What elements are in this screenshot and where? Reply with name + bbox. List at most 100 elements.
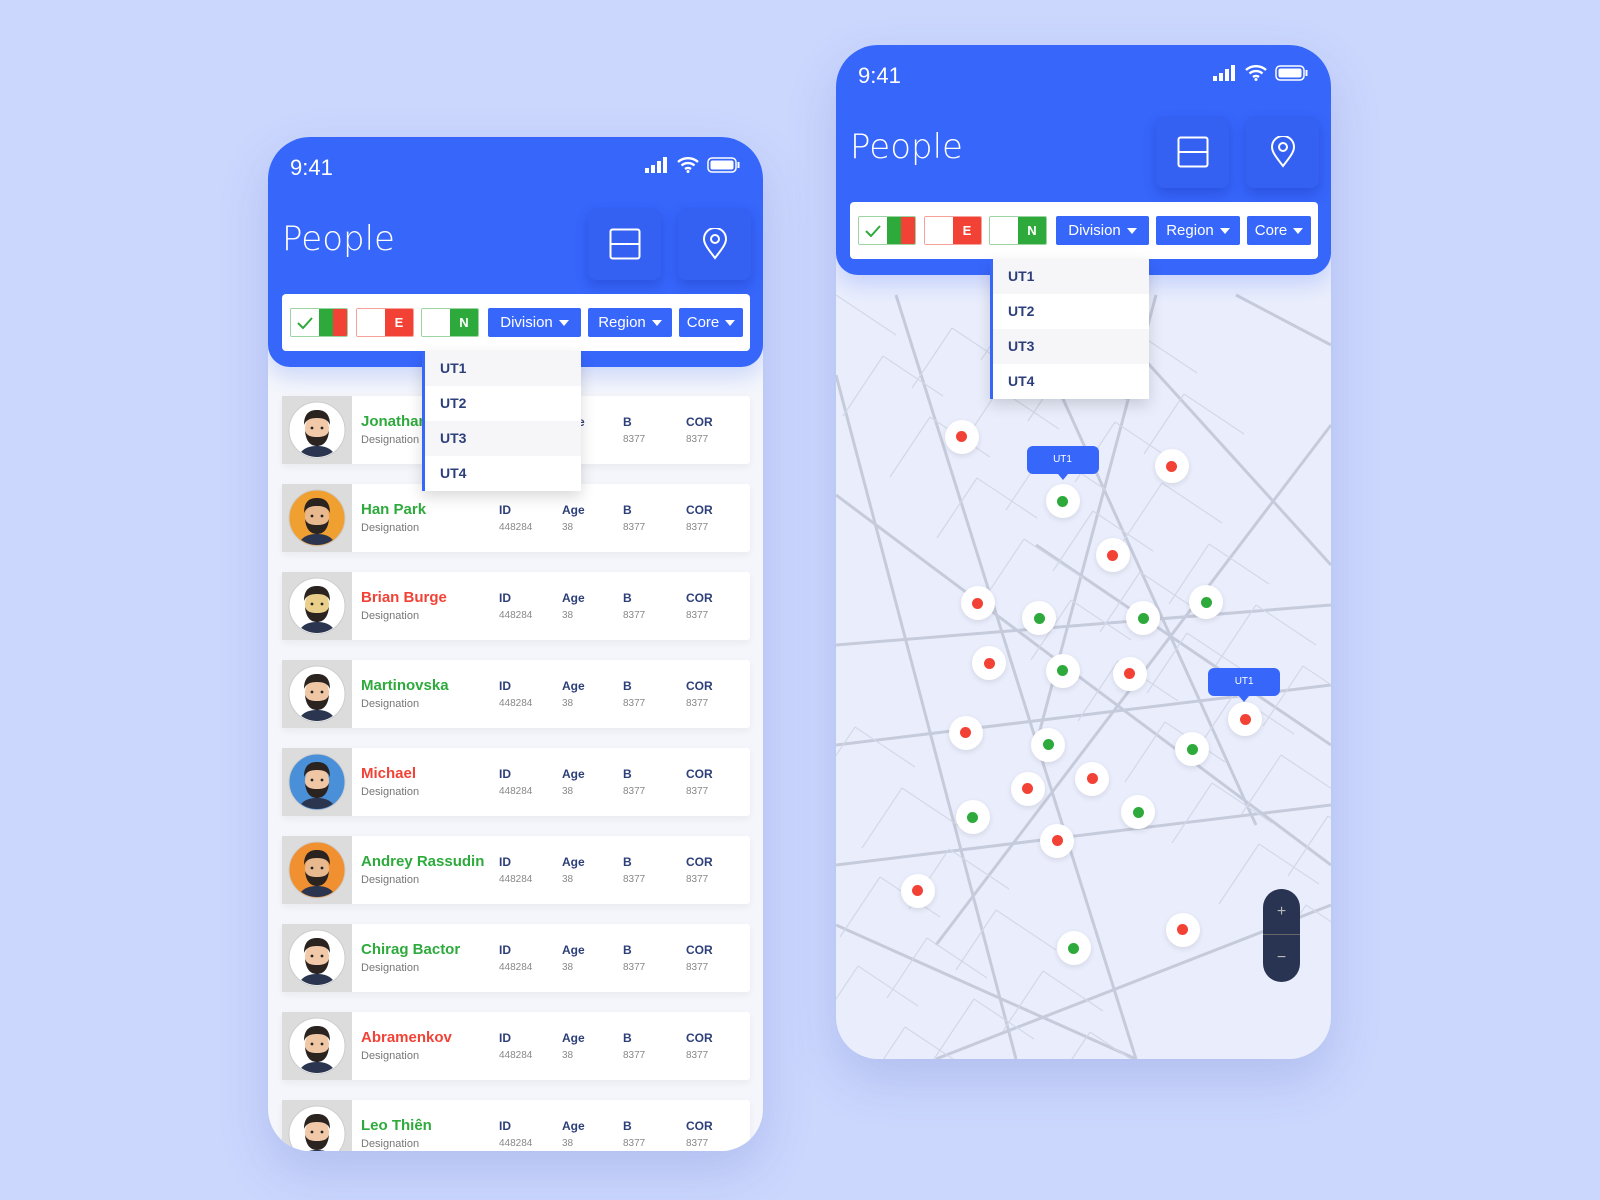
list-view-button[interactable] bbox=[1156, 116, 1229, 188]
caret-down-icon bbox=[1293, 227, 1304, 234]
menu-item-ut3[interactable]: UT3 bbox=[425, 421, 581, 456]
map-marker-red[interactable] bbox=[1010, 771, 1045, 806]
map-pin-icon bbox=[702, 228, 727, 260]
filter-bar: E N Division Region Core bbox=[850, 202, 1318, 259]
caret-down-icon bbox=[725, 319, 736, 326]
people-list-screen: 9:41 People E N Division Region Core UT1… bbox=[268, 137, 763, 1151]
person-name: Martinovska bbox=[361, 677, 449, 694]
map-marker-green[interactable] bbox=[1056, 931, 1091, 966]
zoom-out-button[interactable]: − bbox=[1263, 935, 1300, 981]
map-marker-red[interactable] bbox=[1095, 538, 1130, 573]
header: 9:41 People E N Division Region Core bbox=[268, 137, 763, 367]
e-status-toggle[interactable]: E bbox=[924, 216, 982, 245]
division-menu: UT1 UT2 UT3 UT4 bbox=[990, 259, 1149, 399]
avatar bbox=[288, 1017, 346, 1075]
check-icon bbox=[297, 316, 313, 329]
menu-item-ut2[interactable]: UT2 bbox=[425, 386, 581, 421]
person-designation: Designation bbox=[361, 786, 420, 798]
page-title: People bbox=[850, 127, 963, 167]
check-icon bbox=[865, 224, 881, 237]
signal-icon bbox=[645, 157, 667, 173]
zoom-in-button[interactable]: + bbox=[1263, 889, 1300, 935]
header: 9:41 People E N Division Region Core bbox=[836, 45, 1331, 275]
menu-item-ut4[interactable]: UT4 bbox=[425, 456, 581, 491]
battery-icon bbox=[1275, 65, 1308, 81]
division-dropdown[interactable]: Division bbox=[1056, 216, 1149, 245]
field-id: ID448284 bbox=[499, 767, 533, 797]
n-status-toggle[interactable]: N bbox=[989, 216, 1047, 245]
field-id: ID448284 bbox=[499, 1031, 533, 1061]
person-card[interactable]: Martinovska Designation ID 448284 Age 38 B 83… bbox=[282, 660, 750, 728]
map-marker-red[interactable] bbox=[1154, 449, 1189, 484]
menu-item-ut3[interactable]: UT3 bbox=[993, 329, 1149, 364]
field-b: B 8377 bbox=[623, 767, 646, 797]
map-marker-red[interactable] bbox=[948, 715, 983, 750]
map-marker-red[interactable] bbox=[1165, 912, 1200, 947]
field-age: Age38 bbox=[562, 1119, 585, 1149]
field-b: B 8377 bbox=[623, 503, 646, 533]
person-name: Chirag Bactor bbox=[361, 941, 461, 958]
core-dropdown[interactable]: Core bbox=[1247, 216, 1311, 245]
person-name: Leo Thiên bbox=[361, 1117, 432, 1134]
e-status-toggle[interactable]: E bbox=[356, 308, 414, 337]
person-card[interactable]: Michael Designation ID 448284 Age 38 B 8377 CO… bbox=[282, 748, 750, 816]
map-marker-red[interactable] bbox=[900, 873, 935, 908]
map-marker-red[interactable] bbox=[960, 586, 995, 621]
person-name: Jonathan bbox=[361, 413, 428, 430]
region-dropdown[interactable]: Region bbox=[1156, 216, 1240, 245]
field-id: ID448284 bbox=[499, 503, 533, 533]
menu-item-ut2[interactable]: UT2 bbox=[993, 294, 1149, 329]
caret-down-icon bbox=[558, 319, 569, 326]
division-dropdown[interactable]: Division bbox=[488, 308, 581, 337]
avatar bbox=[288, 489, 346, 547]
field-id: ID448284 bbox=[499, 855, 533, 885]
avatar bbox=[288, 665, 346, 723]
all-status-toggle[interactable] bbox=[858, 216, 916, 245]
field-cor: COR 8377 bbox=[686, 503, 713, 533]
person-card[interactable]: Leo Thiên Designation ID 448284 Age 38 B 8377… bbox=[282, 1100, 750, 1151]
avatar bbox=[288, 753, 346, 811]
menu-item-ut4[interactable]: UT4 bbox=[993, 364, 1149, 399]
field-age: Age38 bbox=[562, 503, 585, 533]
map-marker-red[interactable] bbox=[1075, 761, 1110, 796]
map-marker-green[interactable] bbox=[1045, 484, 1080, 519]
map-view-button[interactable] bbox=[1246, 116, 1319, 188]
division-menu: UT1 UT2 UT3 UT4 bbox=[422, 351, 581, 491]
map-view-button[interactable] bbox=[678, 208, 751, 280]
map-marker-green[interactable] bbox=[1175, 732, 1210, 767]
field-age: Age38 bbox=[562, 591, 585, 621]
person-name: Han Park bbox=[361, 501, 427, 518]
region-dropdown[interactable]: Region bbox=[588, 308, 672, 337]
core-dropdown[interactable]: Core bbox=[679, 308, 743, 337]
person-card[interactable]: Abramenkov Designation ID 448284 Age 38 B 837… bbox=[282, 1012, 750, 1080]
map-marker-green[interactable] bbox=[955, 800, 990, 835]
field-cor: COR 8377 bbox=[686, 767, 713, 797]
battery-icon bbox=[707, 157, 740, 173]
caret-down-icon bbox=[1126, 227, 1137, 234]
field-age: Age38 bbox=[562, 679, 585, 709]
person-card[interactable]: Andrey Rassudin Designation ID 448284 Age 3… bbox=[282, 836, 750, 904]
n-status-toggle[interactable]: N bbox=[421, 308, 479, 337]
person-designation: Designation bbox=[361, 698, 420, 710]
status-icons bbox=[1213, 65, 1309, 81]
all-status-toggle[interactable] bbox=[290, 308, 348, 337]
person-card[interactable]: Han Park Designation ID 448284 Age 38 B 8377 C… bbox=[282, 484, 750, 552]
status-time: 9:41 bbox=[290, 155, 333, 180]
person-name: Abramenkov bbox=[361, 1029, 452, 1046]
map-marker-red[interactable] bbox=[1112, 656, 1147, 691]
menu-item-ut1[interactable]: UT1 bbox=[425, 351, 581, 386]
menu-item-ut1[interactable]: UT1 bbox=[993, 259, 1149, 294]
person-card[interactable]: Chirag Bactor Designation ID 448284 Age 38 B… bbox=[282, 924, 750, 992]
page-title: People bbox=[282, 219, 395, 259]
wifi-icon bbox=[1245, 65, 1267, 81]
wifi-icon bbox=[677, 157, 699, 173]
map-marker-green[interactable] bbox=[1045, 653, 1080, 688]
split-view-icon bbox=[609, 228, 640, 260]
person-name: Brian Burge bbox=[361, 589, 447, 606]
person-card[interactable]: Brian Burge Designation ID 448284 Age 38 B 83… bbox=[282, 572, 750, 640]
person-designation: Designation bbox=[361, 1138, 420, 1150]
list-view-button[interactable] bbox=[588, 208, 661, 280]
avatar bbox=[288, 929, 346, 987]
map-marker-red[interactable] bbox=[944, 419, 979, 454]
map-marker-green[interactable] bbox=[1031, 727, 1066, 762]
